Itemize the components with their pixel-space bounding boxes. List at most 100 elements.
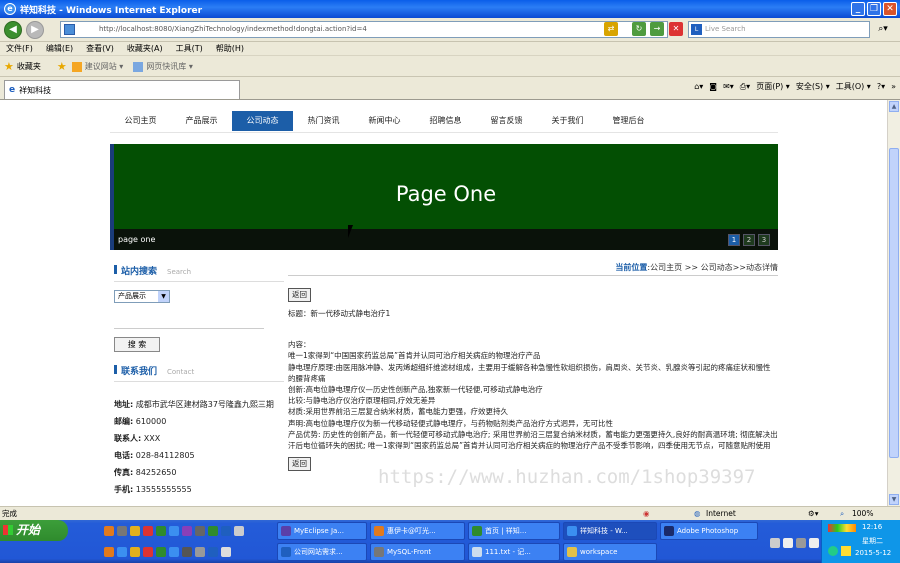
security-icon[interactable]: ⚙▾	[808, 509, 819, 518]
app-icon[interactable]	[156, 547, 166, 557]
site-search-input[interactable]	[114, 317, 264, 329]
tray-icons[interactable]	[828, 524, 856, 532]
app-icon[interactable]	[195, 526, 205, 536]
nav-home[interactable]: 公司主页	[110, 111, 171, 131]
app-icon[interactable]	[143, 526, 153, 536]
task-notepad[interactable]: 111.txt - 记...	[468, 543, 560, 561]
shield-icon[interactable]	[828, 546, 838, 556]
task-im[interactable]: 惠伊卡@叮光...	[370, 522, 465, 540]
app-icon[interactable]	[117, 526, 127, 536]
app-icon[interactable]	[221, 547, 231, 557]
keyboard-icon[interactable]	[770, 538, 780, 548]
compat-icon[interactable]: ⇄	[604, 22, 618, 36]
page-menu[interactable]: 页面(P) ▾	[756, 81, 790, 92]
nav-admin[interactable]: 管理后台	[598, 111, 659, 131]
sidebar: 站内搜索 Search 产品展示 ▼ 搜 索 联系我们 Contact 地址: …	[114, 264, 284, 498]
task-myeclipse[interactable]: MyEclipse Ja...	[277, 522, 367, 540]
close-button[interactable]: ✕	[883, 2, 897, 16]
app-icon[interactable]	[195, 547, 205, 557]
app-icon[interactable]	[130, 526, 140, 536]
feeds-icon[interactable]: ◙	[709, 82, 717, 91]
network-icon[interactable]	[841, 546, 851, 556]
nav-news-center[interactable]: 新闻中心	[354, 111, 415, 131]
app-icon[interactable]	[208, 526, 218, 536]
app-icon[interactable]	[104, 526, 114, 536]
tab-current[interactable]: e 祥知科技	[4, 80, 240, 99]
nav-jobs[interactable]: 招聘信息	[415, 111, 476, 131]
search-icon[interactable]: ⌕▾	[872, 21, 894, 38]
folder-icon	[567, 547, 577, 557]
mail-icon[interactable]: ✉▾	[723, 82, 734, 91]
task-word[interactable]: 公司网站需求...	[277, 543, 367, 561]
web-slice-link[interactable]: 网页快讯库 ▾	[146, 61, 193, 72]
app-icon[interactable]	[234, 526, 244, 536]
search-input[interactable]: L Live Search	[688, 21, 870, 38]
app-icon[interactable]	[104, 547, 114, 557]
back-button-bottom[interactable]: 返回	[288, 457, 311, 472]
menu-tools[interactable]: 工具(T)	[176, 43, 203, 54]
stop-button[interactable]: ✕	[669, 22, 683, 36]
suggested-sites-link[interactable]: 建议网站 ▾	[85, 61, 124, 72]
app-icon[interactable]	[221, 526, 231, 536]
scroll-up-icon[interactable]: ▲	[889, 101, 899, 112]
print-icon[interactable]: ⎙▾	[740, 82, 750, 92]
menu-edit[interactable]: 编辑(E)	[46, 43, 73, 54]
restore-button[interactable]: ❐	[867, 2, 881, 16]
task-homepage[interactable]: 首页 | 祥知...	[468, 522, 560, 540]
app-icon[interactable]	[143, 547, 153, 557]
refresh-button[interactable]: ↻	[632, 22, 646, 36]
app-icon[interactable]	[169, 547, 179, 557]
menu-file[interactable]: 文件(F)	[6, 43, 33, 54]
tools-menu[interactable]: 工具(O) ▾	[836, 81, 871, 92]
address-label: 地址:	[114, 400, 134, 409]
phone-value: 028-84112805	[135, 451, 195, 460]
app-icon[interactable]	[130, 547, 140, 557]
more-icon[interactable]: »	[891, 82, 896, 91]
scrollbar-thumb[interactable]	[889, 148, 899, 458]
forward-button[interactable]: ▶	[26, 20, 44, 39]
menu-favorites[interactable]: 收藏夹(A)	[127, 43, 163, 54]
start-button[interactable]: 开始	[0, 520, 68, 541]
site-search-button[interactable]: 搜 索	[114, 337, 160, 352]
task-photoshop[interactable]: Adobe Photoshop	[660, 522, 758, 540]
home-icon[interactable]: ⌂▾	[694, 82, 703, 91]
app-icon[interactable]	[156, 526, 166, 536]
nav-hot-news[interactable]: 热门资讯	[293, 111, 354, 131]
app-icon[interactable]	[208, 547, 218, 557]
nav-about[interactable]: 关于我们	[537, 111, 598, 131]
back-button[interactable]: 返回	[288, 288, 311, 302]
favorites-button[interactable]: 收藏夹	[17, 61, 41, 72]
add-favorite-icon[interactable]: ★	[57, 60, 67, 73]
nav-products[interactable]: 产品展示	[171, 111, 232, 131]
safety-menu[interactable]: 安全(S) ▾	[796, 81, 830, 92]
app-icon[interactable]	[117, 547, 127, 557]
search-section-title: 站内搜索 Search	[114, 264, 284, 282]
minimize-button[interactable]: _	[851, 2, 865, 16]
scroll-down-icon[interactable]: ▼	[889, 494, 899, 505]
menu-view[interactable]: 查看(V)	[86, 43, 114, 54]
volume-icon[interactable]	[809, 538, 819, 548]
app-icon[interactable]	[169, 526, 179, 536]
nav-feedback[interactable]: 留言反馈	[476, 111, 537, 131]
banner-page-2[interactable]: 2	[743, 234, 755, 246]
app-icon[interactable]	[182, 526, 192, 536]
category-select[interactable]: 产品展示 ▼	[114, 290, 170, 303]
device-icon[interactable]	[796, 538, 806, 548]
vertical-scrollbar[interactable]: ▲ ▼	[887, 100, 900, 506]
address-input[interactable]: http://localhost:8080/XiangZhiTechnology…	[60, 21, 668, 38]
input-icon[interactable]	[783, 538, 793, 548]
task-ie[interactable]: 祥知科技 - W...	[563, 522, 657, 540]
help-icon[interactable]: ?▾	[877, 82, 885, 91]
banner-page-1[interactable]: 1	[728, 234, 740, 246]
back-button[interactable]: ◀	[4, 20, 22, 39]
zoom-level[interactable]: 100%	[852, 509, 873, 518]
banner-slider[interactable]: Page One page one 1 2 3	[110, 144, 778, 250]
menu-help[interactable]: 帮助(H)	[216, 43, 244, 54]
status-text: 完成	[2, 509, 17, 518]
nav-company-news[interactable]: 公司动态	[232, 110, 293, 131]
app-icon[interactable]	[182, 547, 192, 557]
task-workspace[interactable]: workspace	[563, 543, 657, 561]
task-mysql[interactable]: MySQL-Front	[370, 543, 465, 561]
banner-page-3[interactable]: 3	[758, 234, 770, 246]
go-icon[interactable]: →	[650, 22, 664, 36]
